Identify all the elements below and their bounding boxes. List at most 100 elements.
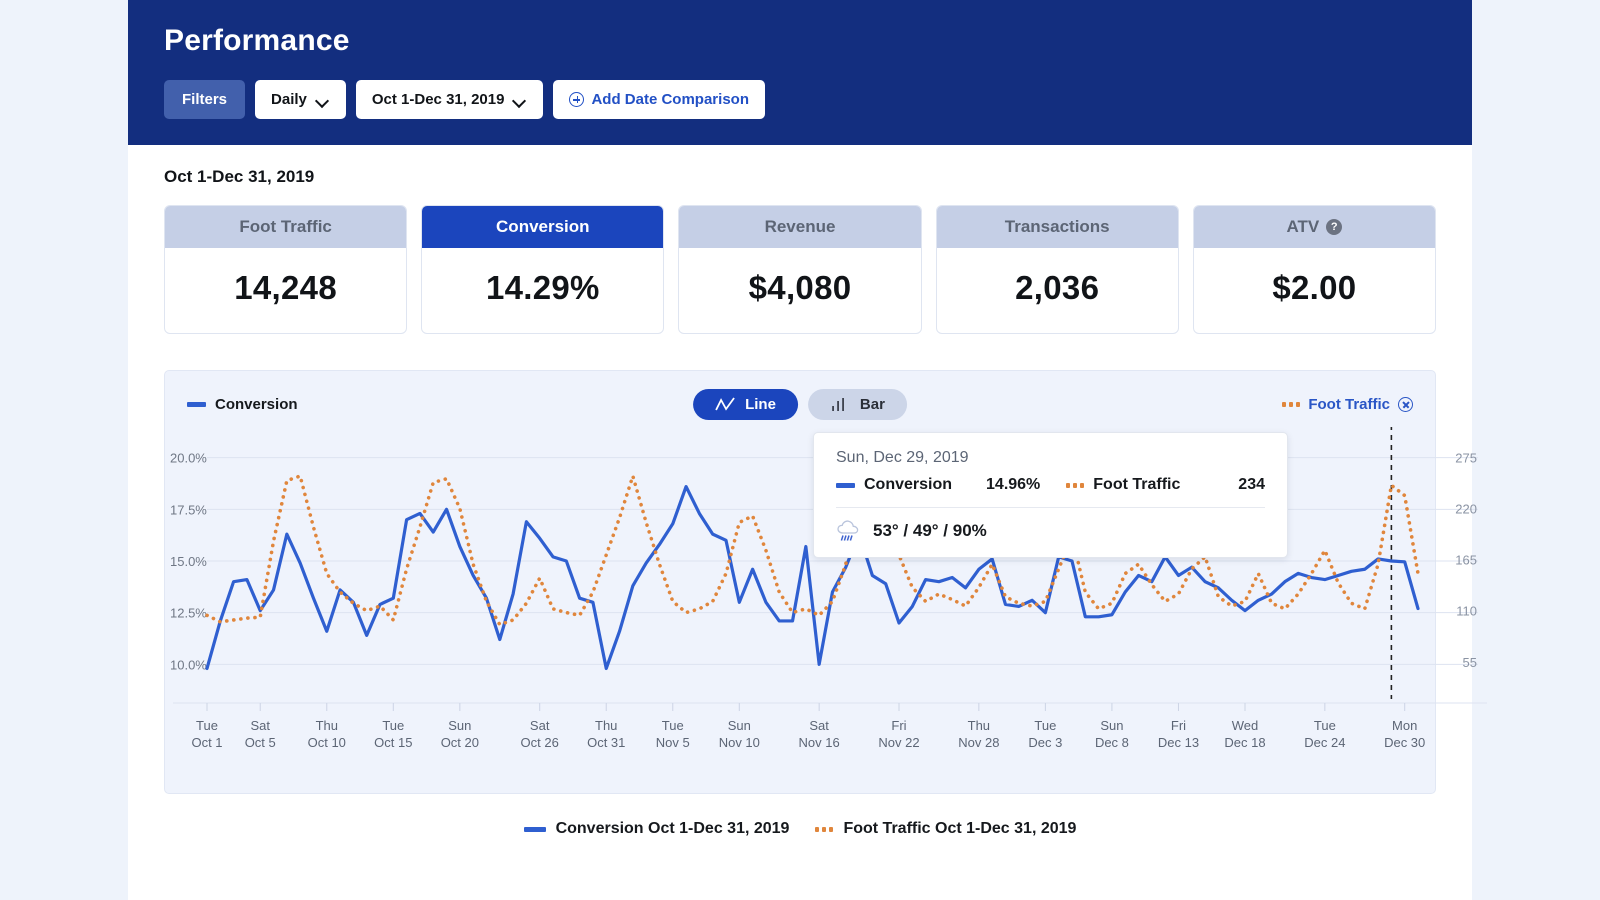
kpi-card-label: Revenue <box>679 206 920 248</box>
svg-text:Dec 3: Dec 3 <box>1028 735 1062 750</box>
kpi-card-label-wrap: ATV ? <box>1194 206 1435 248</box>
kpi-card-transactions[interactable]: Transactions 2,036 <box>936 205 1179 334</box>
kpi-card-value: 14,248 <box>165 248 406 333</box>
chevron-down-icon <box>514 96 527 104</box>
kpi-card-value: $2.00 <box>1194 248 1435 333</box>
secondary-series-chip: Foot Traffic <box>1282 396 1413 413</box>
svg-text:Sat: Sat <box>250 718 270 733</box>
tooltip-series-a-value: 14.96% <box>986 476 1040 494</box>
chart-plot-area: 10.0%12.5%15.0%17.5%20.0%55110165220275T… <box>165 427 1435 757</box>
svg-text:10.0%: 10.0% <box>170 657 207 672</box>
svg-text:Thu: Thu <box>316 718 338 733</box>
kpi-card-value: 14.29% <box>422 248 663 333</box>
page-body: Oct 1-Dec 31, 2019 Foot Traffic 14,248 C… <box>128 145 1472 838</box>
remove-series-icon[interactable] <box>1398 397 1413 412</box>
svg-text:Thu: Thu <box>968 718 990 733</box>
svg-text:Dec 13: Dec 13 <box>1158 735 1199 750</box>
chart-type-line-label: Line <box>745 396 776 413</box>
date-range-select[interactable]: Oct 1-Dec 31, 2019 <box>356 80 544 119</box>
line-chart-icon <box>715 397 735 412</box>
svg-text:Sat: Sat <box>530 718 550 733</box>
rain-cloud-icon <box>836 519 862 543</box>
svg-text:Oct 15: Oct 15 <box>374 735 412 750</box>
svg-text:Oct 31: Oct 31 <box>587 735 625 750</box>
primary-series-chip: Conversion <box>187 396 298 413</box>
chart-tooltip: Sun, Dec 29, 2019 Conversion 14.96% Foot… <box>813 432 1288 558</box>
granularity-select[interactable]: Daily <box>255 80 346 119</box>
svg-text:20.0%: 20.0% <box>170 451 207 466</box>
svg-text:110: 110 <box>1456 604 1477 619</box>
svg-text:Mon: Mon <box>1392 718 1417 733</box>
legend-item-foot-traffic[interactable]: Foot Traffic Oct 1-Dec 31, 2019 <box>815 820 1076 838</box>
kpi-card-label: ATV <box>1287 217 1320 237</box>
bar-chart-icon <box>830 397 850 412</box>
kpi-card-value: 2,036 <box>937 248 1178 333</box>
kpi-card-conversion[interactable]: Conversion 14.29% <box>421 205 664 334</box>
chevron-down-icon <box>317 96 330 104</box>
svg-text:Fri: Fri <box>1171 718 1186 733</box>
svg-text:Nov 28: Nov 28 <box>958 735 999 750</box>
kpi-card-label: Conversion <box>422 206 663 248</box>
svg-text:55: 55 <box>1463 655 1477 670</box>
svg-text:Thu: Thu <box>595 718 617 733</box>
svg-text:Fri: Fri <box>891 718 906 733</box>
svg-text:Sat: Sat <box>809 718 829 733</box>
legend-item-label: Foot Traffic Oct 1-Dec 31, 2019 <box>843 820 1076 838</box>
kpi-card-list: Foot Traffic 14,248 Conversion 14.29% Re… <box>164 205 1436 334</box>
plus-circle-icon <box>569 92 584 107</box>
legend-item-label: Conversion Oct 1-Dec 31, 2019 <box>556 820 790 838</box>
header-toolbar: Filters Daily Oct 1-Dec 31, 2019 Add Dat… <box>164 80 1436 119</box>
chart-type-toggle-group: Line Bar <box>693 389 907 420</box>
svg-text:Nov 22: Nov 22 <box>878 735 919 750</box>
tooltip-date: Sun, Dec 29, 2019 <box>836 449 1265 467</box>
tooltip-series-row: Conversion 14.96% Foot Traffic 234 <box>836 476 1265 507</box>
svg-text:Tue: Tue <box>382 718 404 733</box>
svg-text:12.5%: 12.5% <box>170 606 207 621</box>
page-title: Performance <box>164 24 1436 58</box>
kpi-card-foot-traffic[interactable]: Foot Traffic 14,248 <box>164 205 407 334</box>
legend-item-conversion[interactable]: Conversion Oct 1-Dec 31, 2019 <box>524 820 790 838</box>
svg-text:Oct 1: Oct 1 <box>191 735 222 750</box>
svg-text:Tue: Tue <box>196 718 218 733</box>
line-swatch-icon <box>187 402 206 407</box>
kpi-card-revenue[interactable]: Revenue $4,080 <box>678 205 921 334</box>
svg-text:15.0%: 15.0% <box>170 554 207 569</box>
filters-button[interactable]: Filters <box>164 80 245 119</box>
dotted-swatch-icon <box>1066 483 1084 488</box>
svg-text:Nov 5: Nov 5 <box>656 735 690 750</box>
add-date-comparison-button[interactable]: Add Date Comparison <box>553 80 765 119</box>
app-root: Performance Filters Daily Oct 1-Dec 31, … <box>0 0 1600 900</box>
svg-text:Nov 10: Nov 10 <box>719 735 760 750</box>
svg-text:Dec 30: Dec 30 <box>1384 735 1425 750</box>
help-icon[interactable]: ? <box>1326 219 1342 235</box>
secondary-series-label: Foot Traffic <box>1308 396 1390 413</box>
svg-text:Tue: Tue <box>1314 718 1336 733</box>
tooltip-weather-row: 53° / 49° / 90% <box>836 508 1265 543</box>
selected-range-label: Oct 1-Dec 31, 2019 <box>164 167 1436 187</box>
tooltip-series-b-value: 234 <box>1238 476 1265 494</box>
chart-card: Conversion Line <box>164 370 1436 794</box>
tooltip-series-a: Conversion <box>836 476 952 494</box>
dotted-swatch-icon <box>815 827 833 832</box>
tooltip-weather-text: 53° / 49° / 90% <box>873 521 987 541</box>
add-date-comparison-label: Add Date Comparison <box>591 91 749 108</box>
chart-type-line-button[interactable]: Line <box>693 389 798 420</box>
svg-text:165: 165 <box>1455 553 1477 568</box>
page-header: Performance Filters Daily Oct 1-Dec 31, … <box>128 0 1472 145</box>
chart-type-bar-label: Bar <box>860 396 885 413</box>
line-swatch-icon <box>836 483 855 488</box>
chart-legend: Conversion Oct 1-Dec 31, 2019 Foot Traff… <box>164 820 1436 838</box>
svg-text:Nov 16: Nov 16 <box>799 735 840 750</box>
chart-toolbar: Conversion Line <box>165 385 1435 423</box>
kpi-card-label: Foot Traffic <box>165 206 406 248</box>
svg-text:Oct 10: Oct 10 <box>308 735 346 750</box>
dotted-swatch-icon <box>1282 402 1300 407</box>
tooltip-series-b-label: Foot Traffic <box>1093 476 1180 494</box>
svg-text:Oct 5: Oct 5 <box>245 735 276 750</box>
date-range-label: Oct 1-Dec 31, 2019 <box>372 91 505 108</box>
svg-text:Sun: Sun <box>448 718 471 733</box>
svg-text:17.5%: 17.5% <box>170 502 207 517</box>
svg-text:Oct 26: Oct 26 <box>521 735 559 750</box>
chart-type-bar-button[interactable]: Bar <box>808 389 907 420</box>
kpi-card-atv[interactable]: ATV ? $2.00 <box>1193 205 1436 334</box>
